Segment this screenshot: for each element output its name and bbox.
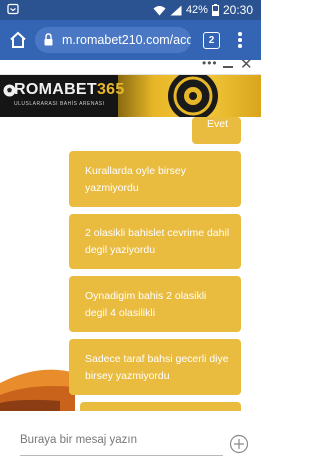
app-notification-icon: [7, 3, 19, 15]
message-bubble: Evet: [192, 117, 241, 144]
battery-icon: [211, 4, 219, 16]
address-bar[interactable]: m.romabet210.com/acc: [35, 27, 191, 53]
message-bubble: Sadece taraf bahsi gecerli diye birsey y…: [69, 339, 241, 395]
message-text: 2 olasikli bahislet cevrime dahil degil …: [85, 227, 230, 256]
message-text: Evet: [207, 118, 229, 130]
message-bubble: 2 olasikli bahislet cevrime dahil degil …: [69, 214, 241, 269]
minimize-icon[interactable]: [223, 66, 233, 68]
overflow-menu-icon[interactable]: [236, 30, 244, 50]
brand-logo: ROMABET365: [14, 81, 125, 98]
home-icon[interactable]: [8, 30, 28, 50]
message-text: Oynadigim bahis 2 olasikli degil 4 olasi…: [85, 290, 207, 319]
tab-switcher-button[interactable]: 2: [203, 32, 220, 49]
message-input[interactable]: [20, 425, 223, 456]
message-bubble: [80, 402, 241, 411]
message-composer: [0, 411, 261, 463]
signal-icon: [170, 5, 182, 15]
message-text: Sadece taraf bahsi gecerli diye birsey y…: [85, 353, 229, 382]
clock: 20:30: [222, 3, 253, 17]
battery-percent: 42%: [185, 4, 208, 16]
more-options-icon[interactable]: •••: [202, 56, 218, 70]
close-icon[interactable]: ✕: [240, 57, 253, 73]
add-attachment-icon[interactable]: [229, 434, 249, 454]
message-text: Kurallarda oyle birsey yazmiyordu: [85, 165, 186, 194]
brand-tagline: ULUSLARARASI BAHİS ARENASI: [14, 101, 105, 107]
status-bar: 42% 20:30: [0, 0, 261, 20]
brand-banner: ROMABET365 ULUSLARARASI BAHİS ARENASI: [0, 75, 261, 117]
lock-icon: [44, 33, 53, 46]
chat-message-list[interactable]: Evet Kurallarda oyle birsey yazmiyordu 2…: [0, 117, 261, 411]
chat-window-header: ••• ✕: [0, 56, 261, 75]
wifi-icon: [153, 5, 166, 15]
banner-target-graphic: [168, 75, 218, 117]
message-bubble: Kurallarda oyle birsey yazmiyordu: [69, 151, 241, 207]
url-text: m.romabet210.com/acc: [62, 33, 191, 47]
browser-toolbar: m.romabet210.com/acc 2: [0, 20, 261, 60]
message-bubble: Oynadigim bahis 2 olasikli degil 4 olasi…: [69, 276, 241, 332]
